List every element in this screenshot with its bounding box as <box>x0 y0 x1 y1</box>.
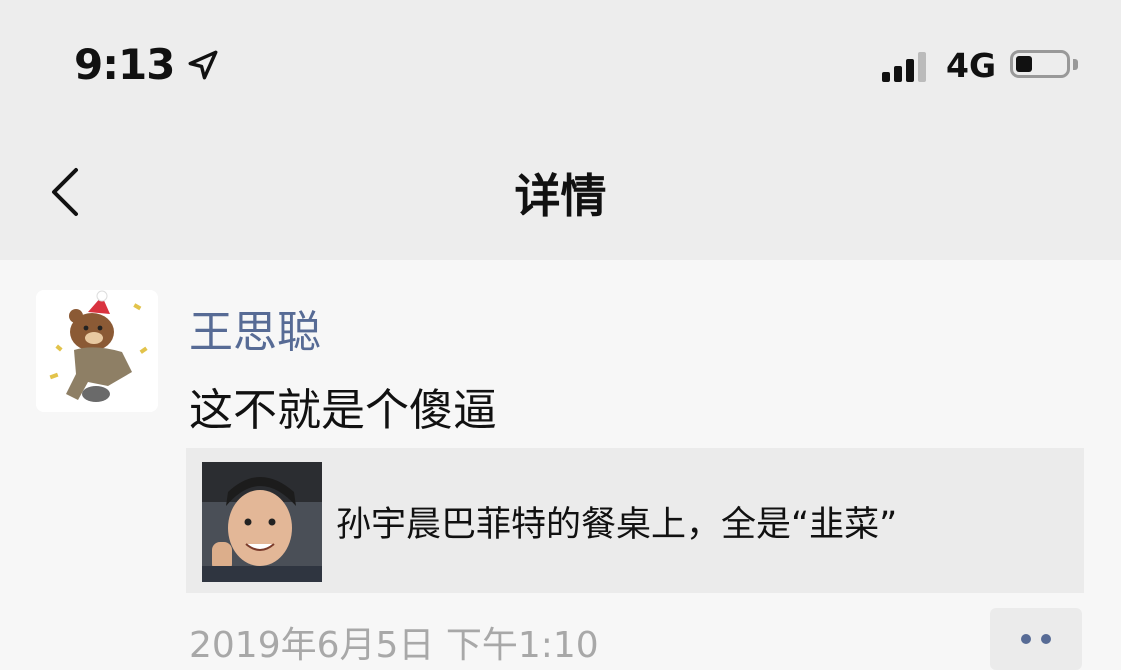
shared-link-card[interactable]: 孙宇晨巴菲特的餐桌上，全是“韭菜” <box>186 448 1084 593</box>
page-title: 详情 <box>514 169 607 223</box>
more-dot <box>1041 634 1051 644</box>
avatar[interactable] <box>36 290 158 412</box>
cellular-signal-icon <box>882 50 926 82</box>
navigation-bar: 详情 <box>0 120 1121 260</box>
status-bar: 9:13 4G <box>0 0 1121 120</box>
battery-icon <box>1010 50 1070 78</box>
post-detail: 王思聪 这不就是个傻逼 孙宇晨巴菲特的餐桌上，全是“韭菜” 2019年6月5日 … <box>0 260 1121 670</box>
post-message: 这不就是个傻逼 <box>189 385 497 436</box>
location-arrow-icon <box>189 50 218 79</box>
status-time: 9:13 <box>74 40 220 89</box>
thumbnail-image <box>202 462 322 582</box>
more-dots-icon <box>1021 634 1031 644</box>
more-button[interactable] <box>990 608 1082 670</box>
link-title: 孙宇晨巴菲特的餐桌上，全是“韭菜” <box>336 505 898 545</box>
network-type: 4G <box>946 46 997 85</box>
post-timestamp: 2019年6月5日 下午1:10 <box>189 625 599 666</box>
username-link[interactable]: 王思聪 <box>189 296 321 360</box>
battery-tip <box>1073 59 1078 70</box>
time-text: 9:13 <box>74 40 175 89</box>
avatar-bear-icon <box>36 290 158 412</box>
